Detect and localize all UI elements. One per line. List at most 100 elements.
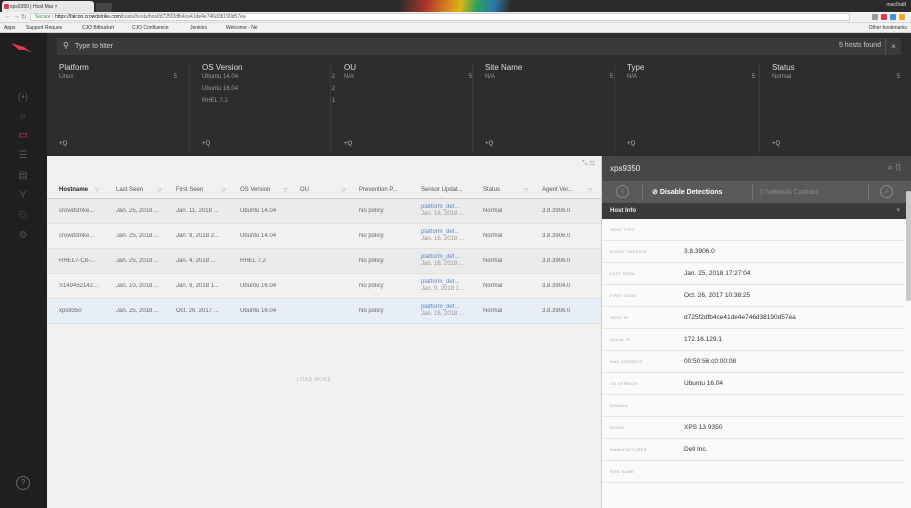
filter-funnel-icon[interactable]: ▽	[341, 187, 346, 194]
table-row[interactable]: RHEL7-C8-... Jan. 25, 2018 ... Jan. 4, 2…	[47, 249, 601, 274]
column-header[interactable]: Status	[483, 187, 500, 193]
extension-icon[interactable]	[881, 14, 887, 20]
filter-add-button[interactable]: +Q	[627, 141, 635, 147]
filter-add-button[interactable]: +Q	[344, 141, 352, 147]
filter-os-version: OS Version Ubuntu 14.04 2 Ubuntu 16.04 2 R…	[202, 63, 335, 153]
new-tab-button[interactable]	[96, 3, 112, 12]
clear-search-button[interactable]: ×	[885, 38, 901, 55]
filter-ou: OU N/A 5 +Q	[344, 63, 472, 153]
sensor-update-link[interactable]: platform_def... Jan. 16, 2018 ...	[421, 254, 479, 268]
reload-icon[interactable]: ↻	[21, 13, 27, 21]
collapse-panel-icon[interactable]: ▯	[895, 162, 902, 172]
load-more-button[interactable]: LOAD MORE	[297, 377, 332, 383]
filter-status: Status Normal 5 +Q	[772, 63, 900, 153]
filter-add-button[interactable]: +Q	[202, 141, 210, 147]
filter-option[interactable]: Ubuntu 14.04 2	[202, 74, 335, 84]
table-row[interactable]: crowdstrike... Jan. 25, 2018 ... Jan. 9,…	[47, 224, 601, 249]
bookmark-apps[interactable]: Apps	[4, 25, 15, 31]
filter-funnel-icon[interactable]: ▽	[157, 187, 162, 194]
info-row: FIRST SEEN Oct. 26, 2017 10:38:25	[602, 285, 904, 307]
filter-header: Site Name	[485, 63, 523, 72]
previous-host-icon[interactable]: ‹	[616, 185, 629, 198]
filter-funnel-icon[interactable]: ▽	[283, 187, 288, 194]
filter-funnel-icon[interactable]: ▽	[95, 187, 100, 194]
star-icon[interactable]	[872, 14, 878, 20]
activity-icon[interactable]: (•)	[17, 92, 29, 104]
browser-tab[interactable]: xps9350 | Host Mar ×	[2, 1, 94, 12]
falcon-app: (•) ⌕ ▭ ☰ ▤ Y ⚇ ⚙ ? ⚲ 5 hosts found × Pl…	[0, 33, 911, 508]
falcon-logo-icon[interactable]	[10, 41, 34, 55]
filter-funnel-icon[interactable]: ▽	[588, 187, 593, 194]
forward-icon[interactable]: →	[13, 13, 20, 20]
filter-option[interactable]: N/A 5	[485, 74, 613, 84]
column-header[interactable]: OS Version	[240, 187, 270, 193]
profile-name[interactable]: mac0raft	[887, 2, 906, 8]
filter-option[interactable]: Ubuntu 16.04 2	[202, 86, 335, 96]
eye-off-icon: ⊘	[652, 189, 660, 196]
column-header[interactable]: Agent Ver...	[542, 187, 573, 193]
users-icon[interactable]: ⚇	[17, 210, 29, 222]
bookmark-welcome[interactable]: Welcome - Ne	[226, 25, 258, 31]
extension-icon[interactable]	[899, 14, 905, 20]
detail-header: xps9350 ⌕ ▯	[602, 156, 911, 181]
filter-option[interactable]: N/A 5	[627, 74, 755, 84]
table-row-selected[interactable]: xps9350 Jan. 25, 2018 ... Oct. 26, 2017 …	[47, 299, 601, 324]
bookmark-bitbucket[interactable]: CJO Bitbucket	[82, 25, 114, 31]
bookmark-jenkins[interactable]: Jenkins	[190, 25, 207, 31]
column-header[interactable]: Last Seen	[116, 187, 143, 193]
back-icon[interactable]: ←	[4, 13, 11, 20]
filter-option[interactable]: RHEL 7.2 1	[202, 98, 335, 108]
host-info-section[interactable]: Host Info ▾	[602, 203, 911, 219]
url-field[interactable]: Secure | https://falcon.crowdstrike.com/…	[30, 13, 850, 21]
next-host-icon[interactable]: ›	[880, 185, 893, 198]
hosts-found-count: 5 hosts found	[838, 42, 881, 49]
column-header[interactable]: Sensor Updat...	[421, 187, 463, 193]
filter-funnel-icon[interactable]: ▽	[524, 187, 529, 194]
info-row: HOST ID d725f2dfb4ce41de4e746d38190d57ea	[602, 307, 904, 329]
scrollbar[interactable]	[906, 191, 911, 301]
table-row[interactable]: crowdstrike... Jan. 25, 2018 ... Jan. 11…	[47, 199, 601, 224]
search-icon[interactable]: ⌕	[888, 162, 893, 172]
other-bookmarks[interactable]: Other bookmarks	[869, 25, 907, 31]
divider	[759, 63, 760, 153]
filter-add-button[interactable]: +Q	[485, 141, 493, 147]
bookmark-confluence[interactable]: CJO Confluence	[132, 25, 169, 31]
sensor-update-link[interactable]: platform_def... Jan. 16, 2018 ...	[421, 229, 479, 243]
table-row[interactable]: S149452142... Jan. 10, 2018 ... Jan. 9, …	[47, 274, 601, 299]
filter-add-button[interactable]: +Q	[59, 141, 67, 147]
filter-option[interactable]: Normal 5	[772, 74, 900, 84]
info-row: DOMAIN	[602, 395, 904, 417]
filter-platform: Platform Linux 5 +Q	[59, 63, 177, 153]
column-header[interactable]: First Seen	[176, 187, 203, 193]
bookmark-support[interactable]: Support Reques	[26, 25, 62, 31]
extension-icon[interactable]	[890, 14, 896, 20]
columns-icon[interactable]: ⇆	[589, 160, 595, 167]
left-nav-rail: (•) ⌕ ▭ ☰ ▤ Y ⚇ ⚙ ?	[0, 33, 47, 508]
column-header[interactable]: OU	[300, 187, 309, 193]
list-icon[interactable]: ☰	[17, 150, 29, 162]
disable-detections-button[interactable]: ⊘ Disable Detections	[652, 188, 722, 196]
sensor-update-link[interactable]: platform_def... Jan. 16, 2018 ...	[421, 204, 479, 218]
hosts-icon[interactable]: ▭	[17, 130, 29, 142]
filter-add-button[interactable]: +Q	[772, 141, 780, 147]
sensor-update-link[interactable]: platform_def... Jan. 9, 2018 1...	[421, 279, 479, 293]
expand-icon[interactable]: ⤡	[582, 160, 588, 167]
filter-option[interactable]: N/A 5	[344, 74, 472, 84]
search-input[interactable]	[75, 41, 675, 52]
filter-header: Status	[772, 63, 795, 72]
help-icon[interactable]: ?	[16, 476, 30, 490]
sensor-update-link[interactable]: platform_def... Jan. 16, 2018 ...	[421, 304, 479, 318]
filter-funnel-icon[interactable]: ▽	[221, 187, 226, 194]
column-header[interactable]: Hostname	[59, 187, 88, 193]
theme-decoration	[400, 0, 510, 12]
column-header[interactable]: Prevention P...	[359, 187, 398, 193]
filter-header: Platform	[59, 63, 89, 72]
filter-option[interactable]: Linux 5	[59, 74, 177, 84]
dashboard-icon[interactable]: ▤	[17, 170, 29, 182]
network-contain-button[interactable]: ▯ Network Contain	[760, 188, 818, 196]
search-nav-icon[interactable]: ⌕	[17, 111, 29, 123]
network-icon[interactable]: Y	[17, 190, 29, 202]
info-row: MANUFACTURER Dell Inc.	[602, 439, 904, 461]
info-row: SITE NAME	[602, 461, 904, 483]
settings-icon[interactable]: ⚙	[17, 230, 29, 242]
